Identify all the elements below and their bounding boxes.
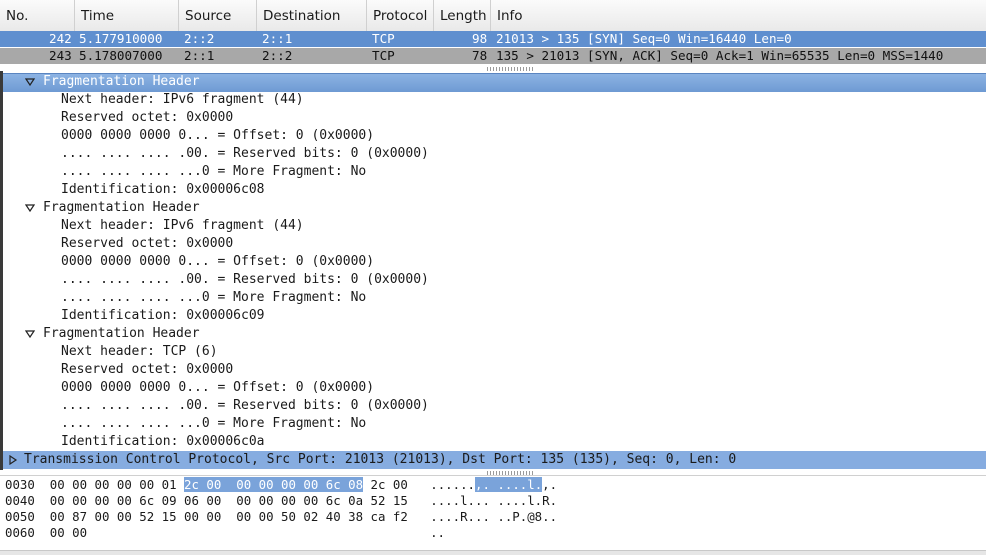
packet-info: 21013 > 135 [SYN] Seq=0 Win=16440 Len=0 [496, 31, 792, 46]
packet-no: 243 [49, 48, 72, 63]
tree-field[interactable]: 0000 0000 0000 0... = Offset: 0 (0x0000) [61, 127, 374, 145]
packet-time: 5.177910000 [79, 31, 163, 46]
hex-bytes[interactable]: 2c 00 [363, 477, 408, 492]
tree-field[interactable]: 0000 0000 0000 0... = Offset: 0 (0x0000) [61, 379, 374, 397]
collapse-triangle-icon[interactable] [25, 203, 35, 213]
tree-field[interactable]: .... .... .... ...0 = More Fragment: No [61, 289, 366, 307]
tree-field[interactable]: .... .... .... ...0 = More Fragment: No [61, 415, 366, 433]
hex-offset: 0040 [5, 493, 35, 508]
packet-row-selected[interactable]: 242 5.177910000 2::2 2::1 TCP 98 21013 >… [0, 31, 986, 47]
hex-bytes[interactable]: 00 00 00 00 00 01 [50, 477, 184, 492]
tcp-protocol-item[interactable]: Transmission Control Protocol, Src Port:… [24, 451, 736, 469]
tree-field[interactable]: 0000 0000 0000 0... = Offset: 0 (0x0000) [61, 253, 374, 271]
column-header-time[interactable]: Time [75, 0, 179, 31]
tree-field[interactable]: Identification: 0x00006c0a [61, 433, 265, 451]
hex-line: 0060 00 00.. [5, 525, 445, 540]
tree-field[interactable]: .... .... .... .00. = Reserved bits: 0 (… [61, 397, 429, 415]
fragmentation-header-item[interactable]: Fragmentation Header [43, 325, 200, 343]
packet-bytes-pane[interactable]: 0030 00 00 00 00 00 01 2c 00 00 00 00 00… [0, 475, 986, 555]
ascii-bytes[interactable]: .. [430, 525, 445, 540]
column-header-info[interactable]: Info [491, 0, 986, 31]
tree-field[interactable]: .... .... .... ...0 = More Fragment: No [61, 163, 366, 181]
tree-field[interactable]: .... .... .... .00. = Reserved bits: 0 (… [61, 271, 429, 289]
tree-field[interactable]: Next header: IPv6 fragment (44) [61, 217, 304, 235]
hex-offset: 0050 [5, 509, 35, 524]
packet-protocol: TCP [372, 48, 395, 63]
ascii-bytes[interactable]: ...... [430, 477, 475, 492]
packet-list-header: No. Time Source Destination Protocol Len… [0, 0, 986, 32]
packet-length: 98 [472, 31, 488, 46]
column-header-no[interactable]: No. [0, 0, 75, 31]
tree-field[interactable]: Reserved octet: 0x0000 [61, 235, 233, 253]
packet-length: 78 [472, 48, 488, 63]
packet-row[interactable]: 243 5.178007000 2::1 2::2 TCP 78 135 > 2… [0, 48, 986, 64]
hex-line: 0030 00 00 00 00 00 01 2c 00 00 00 00 00… [5, 477, 557, 492]
packet-destination: 2::2 [262, 48, 293, 63]
packet-source: 2::1 [184, 48, 215, 63]
packet-details-tree[interactable]: Fragmentation Header Next header: IPv6 f… [0, 71, 986, 470]
collapse-triangle-icon[interactable] [25, 77, 35, 87]
tree-field[interactable]: Next header: TCP (6) [61, 343, 218, 361]
hex-offset: 0060 [5, 525, 35, 540]
tree-field[interactable]: Identification: 0x00006c08 [61, 181, 265, 199]
packet-time: 5.178007000 [79, 48, 163, 63]
fragmentation-header-item[interactable]: Fragmentation Header [43, 73, 200, 91]
packet-no: 242 [49, 31, 72, 46]
hex-bytes[interactable]: 00 87 00 00 52 15 00 00 00 00 50 02 40 3… [50, 509, 408, 524]
hex-bytes[interactable]: 00 00 00 00 6c 09 06 00 00 00 00 00 6c 0… [50, 493, 408, 508]
hex-offset: 0030 [5, 477, 35, 492]
column-header-destination[interactable]: Destination [257, 0, 367, 31]
ascii-bytes[interactable]: ,. [542, 477, 557, 492]
tree-field[interactable]: .... .... .... .00. = Reserved bits: 0 (… [61, 145, 429, 163]
bottom-scrollbar[interactable] [0, 550, 986, 555]
hex-bytes-highlighted[interactable]: 2c 00 00 00 00 00 6c 08 [184, 477, 364, 492]
tree-field[interactable]: Reserved octet: 0x0000 [61, 109, 233, 127]
column-header-length[interactable]: Length [434, 0, 491, 31]
fragmentation-header-item[interactable]: Fragmentation Header [43, 199, 200, 217]
ascii-bytes[interactable]: ....l... ....l.R. [430, 493, 557, 508]
tree-field[interactable]: Next header: IPv6 fragment (44) [61, 91, 304, 109]
hex-line: 0050 00 87 00 00 52 15 00 00 00 00 50 02… [5, 509, 557, 524]
collapse-triangle-icon[interactable] [25, 329, 35, 339]
packet-info: 135 > 21013 [SYN, ACK] Seq=0 Ack=1 Win=6… [496, 48, 944, 63]
tree-field[interactable]: Identification: 0x00006c09 [61, 307, 265, 325]
ascii-bytes[interactable]: ....R... ..P.@8.. [430, 509, 557, 524]
packet-list[interactable]: No. Time Source Destination Protocol Len… [0, 0, 986, 66]
packet-protocol: TCP [372, 31, 395, 46]
packet-source: 2::2 [184, 31, 215, 46]
expand-triangle-icon[interactable] [8, 455, 18, 465]
ascii-bytes-highlighted[interactable]: ,. ....l. [475, 477, 543, 492]
tree-field[interactable]: Reserved octet: 0x0000 [61, 361, 233, 379]
hex-bytes[interactable]: 00 00 [50, 525, 87, 540]
column-header-protocol[interactable]: Protocol [367, 0, 434, 31]
column-header-source[interactable]: Source [179, 0, 257, 31]
hex-line: 0040 00 00 00 00 6c 09 06 00 00 00 00 00… [5, 493, 557, 508]
packet-destination: 2::1 [262, 31, 293, 46]
